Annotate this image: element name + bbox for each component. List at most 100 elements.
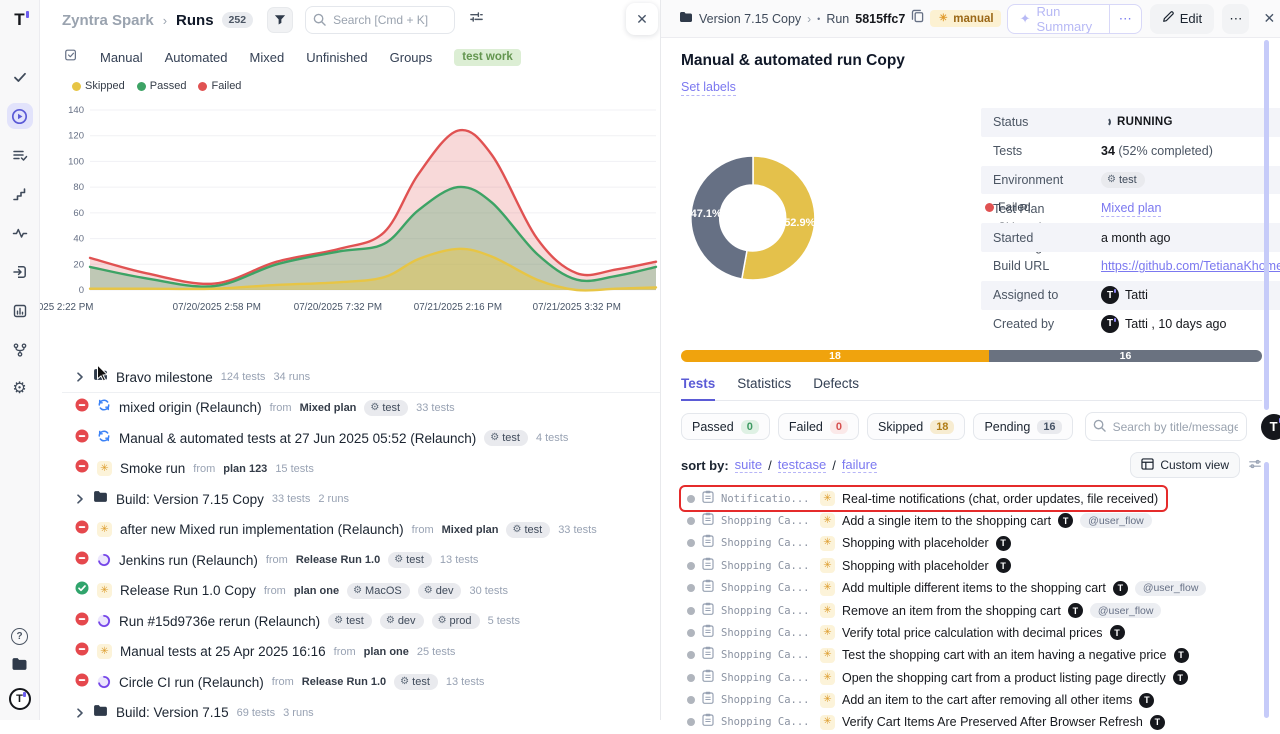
test-title[interactable]: Remove an item from the shopping cart bbox=[842, 604, 1061, 618]
test-row[interactable]: Shopping Ca... ✳ Remove an item from the… bbox=[681, 599, 1262, 621]
tab-manual[interactable]: Manual bbox=[100, 50, 143, 65]
test-row[interactable]: Notificatio... ✳ Real-time notifications… bbox=[681, 487, 1166, 509]
tab-unfinished[interactable]: Unfinished bbox=[306, 50, 367, 65]
run-summary-button[interactable]: ✦Run Summary ⋯ bbox=[1007, 4, 1142, 34]
nav-reports-icon[interactable] bbox=[7, 298, 33, 324]
sort-by-failure[interactable]: failure bbox=[842, 457, 877, 473]
nav-settings-icon[interactable]: ⚙ bbox=[7, 376, 33, 402]
build-url-link[interactable]: https://github.com/TetianaKhomen... bbox=[1101, 259, 1280, 273]
tab-tests[interactable]: Tests bbox=[681, 376, 715, 401]
expand-chevron-icon[interactable] bbox=[75, 494, 85, 504]
run-row[interactable]: Run #15d9736e rerun (Relaunch) ⚙test⚙dev… bbox=[40, 606, 660, 637]
test-title[interactable]: Shopping with placeholder bbox=[842, 559, 989, 573]
run-row[interactable]: Jenkins run (Relaunch) from Release Run … bbox=[40, 545, 660, 576]
suite-name: Shopping Ca... bbox=[721, 515, 813, 527]
scrollbar-tests[interactable] bbox=[1264, 462, 1269, 718]
runs-search-input[interactable] bbox=[305, 6, 455, 34]
panel-close-button[interactable]: ✕ bbox=[626, 3, 658, 35]
run-title: Manual & automated run Copy bbox=[681, 52, 1262, 70]
test-title[interactable]: Real-time notifications (chat, order upd… bbox=[842, 492, 1158, 506]
select-all-icon[interactable] bbox=[64, 48, 78, 67]
tests-search-input[interactable] bbox=[1085, 412, 1247, 441]
test-row[interactable]: Shopping Ca... ✳ Add multiple different … bbox=[681, 577, 1262, 599]
test-title[interactable]: Test the shopping cart with an item havi… bbox=[842, 648, 1167, 662]
copy-icon[interactable] bbox=[911, 9, 924, 28]
nav-pulse-icon[interactable] bbox=[7, 220, 33, 246]
test-row[interactable]: Shopping Ca... ✳ Add a single item to th… bbox=[681, 510, 1262, 532]
test-plan-link[interactable]: Mixed plan bbox=[1101, 201, 1161, 217]
test-row[interactable]: Shopping Ca... ✳ Test the shopping cart … bbox=[681, 644, 1262, 666]
set-labels-link[interactable]: Set labels bbox=[681, 80, 736, 96]
test-tag[interactable]: @user_flow bbox=[1080, 513, 1152, 528]
assignee-filter-avatar[interactable]: T bbox=[1261, 414, 1280, 440]
nav-plans-icon[interactable] bbox=[7, 142, 33, 168]
tab-groups[interactable]: Groups bbox=[390, 50, 433, 65]
test-row[interactable]: Shopping Ca... ✳ Verify Cart Items Are P… bbox=[681, 711, 1262, 733]
run-row[interactable]: mixed origin (Relaunch) from Mixed plan⚙… bbox=[40, 393, 660, 424]
nav-tests-icon[interactable] bbox=[7, 64, 33, 90]
nav-branch-icon[interactable] bbox=[7, 337, 33, 363]
test-title[interactable]: Shopping with placeholder bbox=[842, 536, 989, 550]
run-failed-icon bbox=[75, 520, 89, 539]
display-settings-icon[interactable] bbox=[469, 10, 484, 30]
suite-name: Shopping Ca... bbox=[721, 672, 813, 684]
custom-view-button[interactable]: Custom view bbox=[1130, 452, 1240, 478]
run-summary-more-button[interactable]: ⋯ bbox=[1109, 5, 1141, 33]
filter-funnel-button[interactable] bbox=[267, 7, 293, 33]
run-row[interactable]: ✳ Smoke run from plan 123 15 tests bbox=[40, 454, 660, 485]
run-folder-row[interactable]: Build: Version 7.15 69 tests 3 runs bbox=[40, 698, 660, 729]
run-failed-icon bbox=[75, 398, 89, 417]
tab-mixed[interactable]: Mixed bbox=[250, 50, 285, 65]
filter-failed[interactable]: Failed 0 bbox=[778, 413, 859, 440]
test-row[interactable]: Shopping Ca... ✳ Add an item to the cart… bbox=[681, 689, 1262, 711]
run-folder-row[interactable]: Bravo milestone 124 tests 34 runs bbox=[40, 362, 660, 393]
user-avatar[interactable]: T bbox=[9, 688, 31, 710]
run-row[interactable]: Manual & automated tests at 27 Jun 2025 … bbox=[40, 423, 660, 454]
filter-passed[interactable]: Passed 0 bbox=[681, 413, 770, 440]
app-logo[interactable]: T bbox=[14, 10, 24, 30]
expand-chevron-icon[interactable] bbox=[75, 372, 85, 382]
run-row[interactable]: Circle CI run (Relaunch) from Release Ru… bbox=[40, 667, 660, 698]
test-title[interactable]: Add a single item to the shopping cart bbox=[842, 514, 1051, 528]
sort-by-suite[interactable]: suite bbox=[735, 457, 762, 473]
test-title[interactable]: Open the shopping cart from a product li… bbox=[842, 671, 1166, 685]
filter-skipped[interactable]: Skipped 18 bbox=[867, 413, 965, 440]
test-tag[interactable]: @user_flow bbox=[1090, 603, 1162, 618]
edit-button[interactable]: Edit bbox=[1150, 4, 1214, 34]
topbar-project[interactable]: Version 7.15 Copy bbox=[699, 12, 801, 26]
test-row[interactable]: Shopping Ca... ✳ Verify total price calc… bbox=[681, 622, 1262, 644]
status-filters: Passed 0 Failed 0 Skipped 18 Pending 16 … bbox=[681, 412, 1262, 441]
test-title[interactable]: Verify total price calculation with deci… bbox=[842, 626, 1103, 640]
tab-statistics[interactable]: Statistics bbox=[737, 376, 791, 400]
run-row[interactable]: ✳ after new Mixed run implementation (Re… bbox=[40, 515, 660, 546]
test-title[interactable]: Add an item to the cart after removing a… bbox=[842, 693, 1132, 707]
run-folder-row[interactable]: Build: Version 7.15 Copy 33 tests 2 runs bbox=[40, 484, 660, 515]
tab-automated[interactable]: Automated bbox=[165, 50, 228, 65]
nav-import-icon[interactable] bbox=[7, 259, 33, 285]
tag-badge[interactable]: test work bbox=[454, 49, 521, 66]
breadcrumb-project[interactable]: Zyntra Spark bbox=[62, 12, 154, 29]
run-row[interactable]: ✳ Release Run 1.0 Copy from plan one⚙Mac… bbox=[40, 576, 660, 607]
tab-defects[interactable]: Defects bbox=[813, 376, 859, 400]
scrollbar-detail[interactable] bbox=[1264, 40, 1269, 410]
manual-run-icon: ✳ bbox=[820, 648, 835, 663]
test-row[interactable]: Shopping Ca... ✳ Shopping with placehold… bbox=[681, 532, 1262, 554]
help-icon[interactable]: ? bbox=[11, 628, 28, 645]
sort-by-testcase[interactable]: testcase bbox=[778, 457, 826, 473]
close-detail-button[interactable]: ✕ bbox=[1257, 10, 1280, 27]
view-settings-icon[interactable] bbox=[1248, 457, 1262, 474]
test-row[interactable]: Shopping Ca... ✳ Shopping with placehold… bbox=[681, 555, 1262, 577]
test-title[interactable]: Verify Cart Items Are Preserved After Br… bbox=[842, 715, 1143, 729]
test-title[interactable]: Add multiple different items to the shop… bbox=[842, 581, 1106, 595]
run-row[interactable]: ✳ Manual tests at 25 Apr 2025 16:16 from… bbox=[40, 637, 660, 668]
projects-folder-icon[interactable] bbox=[11, 657, 28, 676]
test-row[interactable]: Shopping Ca... ✳ Open the shopping cart … bbox=[681, 667, 1262, 689]
nav-milestones-icon[interactable] bbox=[7, 181, 33, 207]
filter-pending[interactable]: Pending 16 bbox=[973, 413, 1072, 440]
expand-chevron-icon[interactable] bbox=[75, 708, 85, 718]
nav-runs-icon[interactable] bbox=[7, 103, 33, 129]
breadcrumb-section[interactable]: Runs bbox=[176, 12, 214, 29]
more-actions-button[interactable]: ⋯ bbox=[1222, 4, 1249, 34]
test-tag[interactable]: @user_flow bbox=[1135, 581, 1207, 596]
user-avatar: T bbox=[1110, 625, 1125, 640]
